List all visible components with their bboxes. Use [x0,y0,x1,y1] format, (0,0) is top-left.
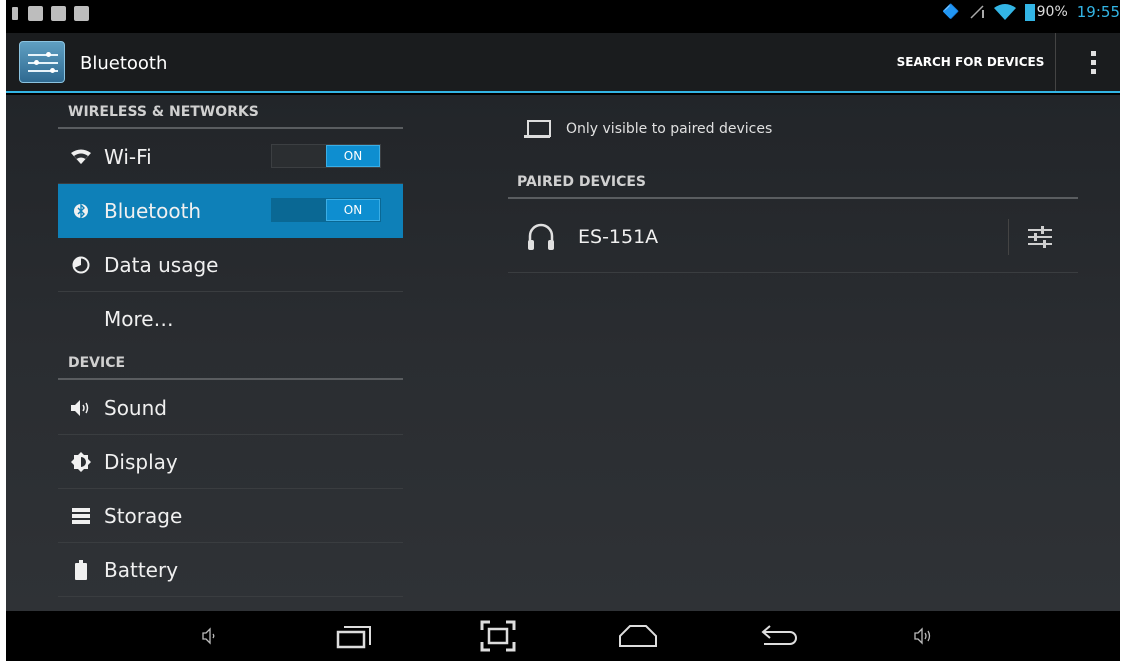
status-bar: 🔷 90% 19:55 [6,0,1120,33]
screenshot-icon[interactable] [478,620,518,652]
image-icon [28,6,43,21]
sidebar-item-label: Sound [104,395,167,420]
paired-device-row[interactable]: ES-151A [508,201,1078,273]
action-bar: Bluetooth SEARCH FOR DEVICES [6,33,1120,93]
sidebar-item-label: Storage [104,503,183,528]
brightness-icon [68,449,94,475]
settings-app-icon[interactable] [19,41,65,83]
settings-sidebar: WIRELESS & NETWORKS Wi-Fi ON Bluetooth O… [58,95,403,611]
volume-up-icon[interactable] [903,621,943,651]
usb-icon [10,6,20,21]
device-settings-icon[interactable] [1026,223,1054,251]
sidebar-item-label: Wi-Fi [104,144,152,169]
bluetooth-detail-pane: Only visible to paired devices PAIRED DE… [508,95,1078,611]
paired-devices-header: PAIRED DEVICES [508,165,1078,199]
navigation-bar [6,611,1120,661]
signal-off-icon [970,5,984,19]
section-header-device: DEVICE [58,346,403,380]
data-usage-icon [68,252,94,278]
clock: 19:55 [1076,3,1120,21]
sidebar-item-label: Display [104,449,178,474]
system-icons: 🔷 90% 19:55 [942,3,1120,21]
wifi-toggle[interactable]: ON [271,144,381,168]
settings-content: WIRELESS & NETWORKS Wi-Fi ON Bluetooth O… [6,95,1120,611]
home-icon[interactable] [618,621,658,651]
sidebar-item-label: More… [104,307,174,331]
laptop-icon [524,120,551,138]
sidebar-item-battery[interactable]: Battery [58,543,403,597]
toggle-state: ON [326,145,380,167]
toggle-state: ON [326,199,380,221]
headphones-icon [528,223,554,250]
sidebar-item-storage[interactable]: Storage [58,489,403,543]
section-header-wireless: WIRELESS & NETWORKS [58,95,403,129]
battery-icon [68,557,94,583]
bluetooth-toggle[interactable]: ON [271,198,381,222]
battery-indicator: 90% [1024,3,1068,21]
sidebar-item-label: Battery [104,557,179,582]
tablet-screen: 🔷 90% 19:55 Bluetooth SEARCH FOR DEVICES [6,0,1120,661]
overflow-menu-button[interactable] [1076,45,1110,79]
sidebar-item-label: Data usage [104,252,219,277]
sidebar-item-sound[interactable]: Sound [58,381,403,435]
speaker-icon [68,395,94,421]
page-title: Bluetooth [80,53,168,74]
visibility-text: Only visible to paired devices [566,121,773,137]
gmail-icon [51,6,66,21]
wifi-icon [993,4,1016,20]
divider [1008,219,1009,255]
back-icon[interactable] [758,621,798,651]
sidebar-item-label: Bluetooth [104,199,202,223]
shopping-bag-icon [74,6,89,21]
sidebar-item-wifi[interactable]: Wi-Fi ON [58,130,403,184]
notification-icons [10,6,89,21]
battery-percent: 90% [1036,4,1068,20]
wifi-icon [68,144,94,170]
sidebar-item-data-usage[interactable]: Data usage [58,238,403,292]
volume-down-icon[interactable] [190,621,230,651]
sidebar-item-display[interactable]: Display [58,435,403,489]
recents-icon[interactable] [334,621,374,651]
sidebar-item-bluetooth[interactable]: Bluetooth ON [58,184,403,238]
visibility-row[interactable]: Only visible to paired devices [508,109,1078,149]
bluetooth-icon [68,198,94,224]
storage-icon [68,503,94,529]
sidebar-item-more[interactable]: More… [58,292,403,346]
battery-icon [1024,3,1035,21]
bluetooth-icon: 🔷 [942,4,960,20]
device-name: ES-151A [578,225,659,248]
search-for-devices-button[interactable]: SEARCH FOR DEVICES [886,33,1056,91]
